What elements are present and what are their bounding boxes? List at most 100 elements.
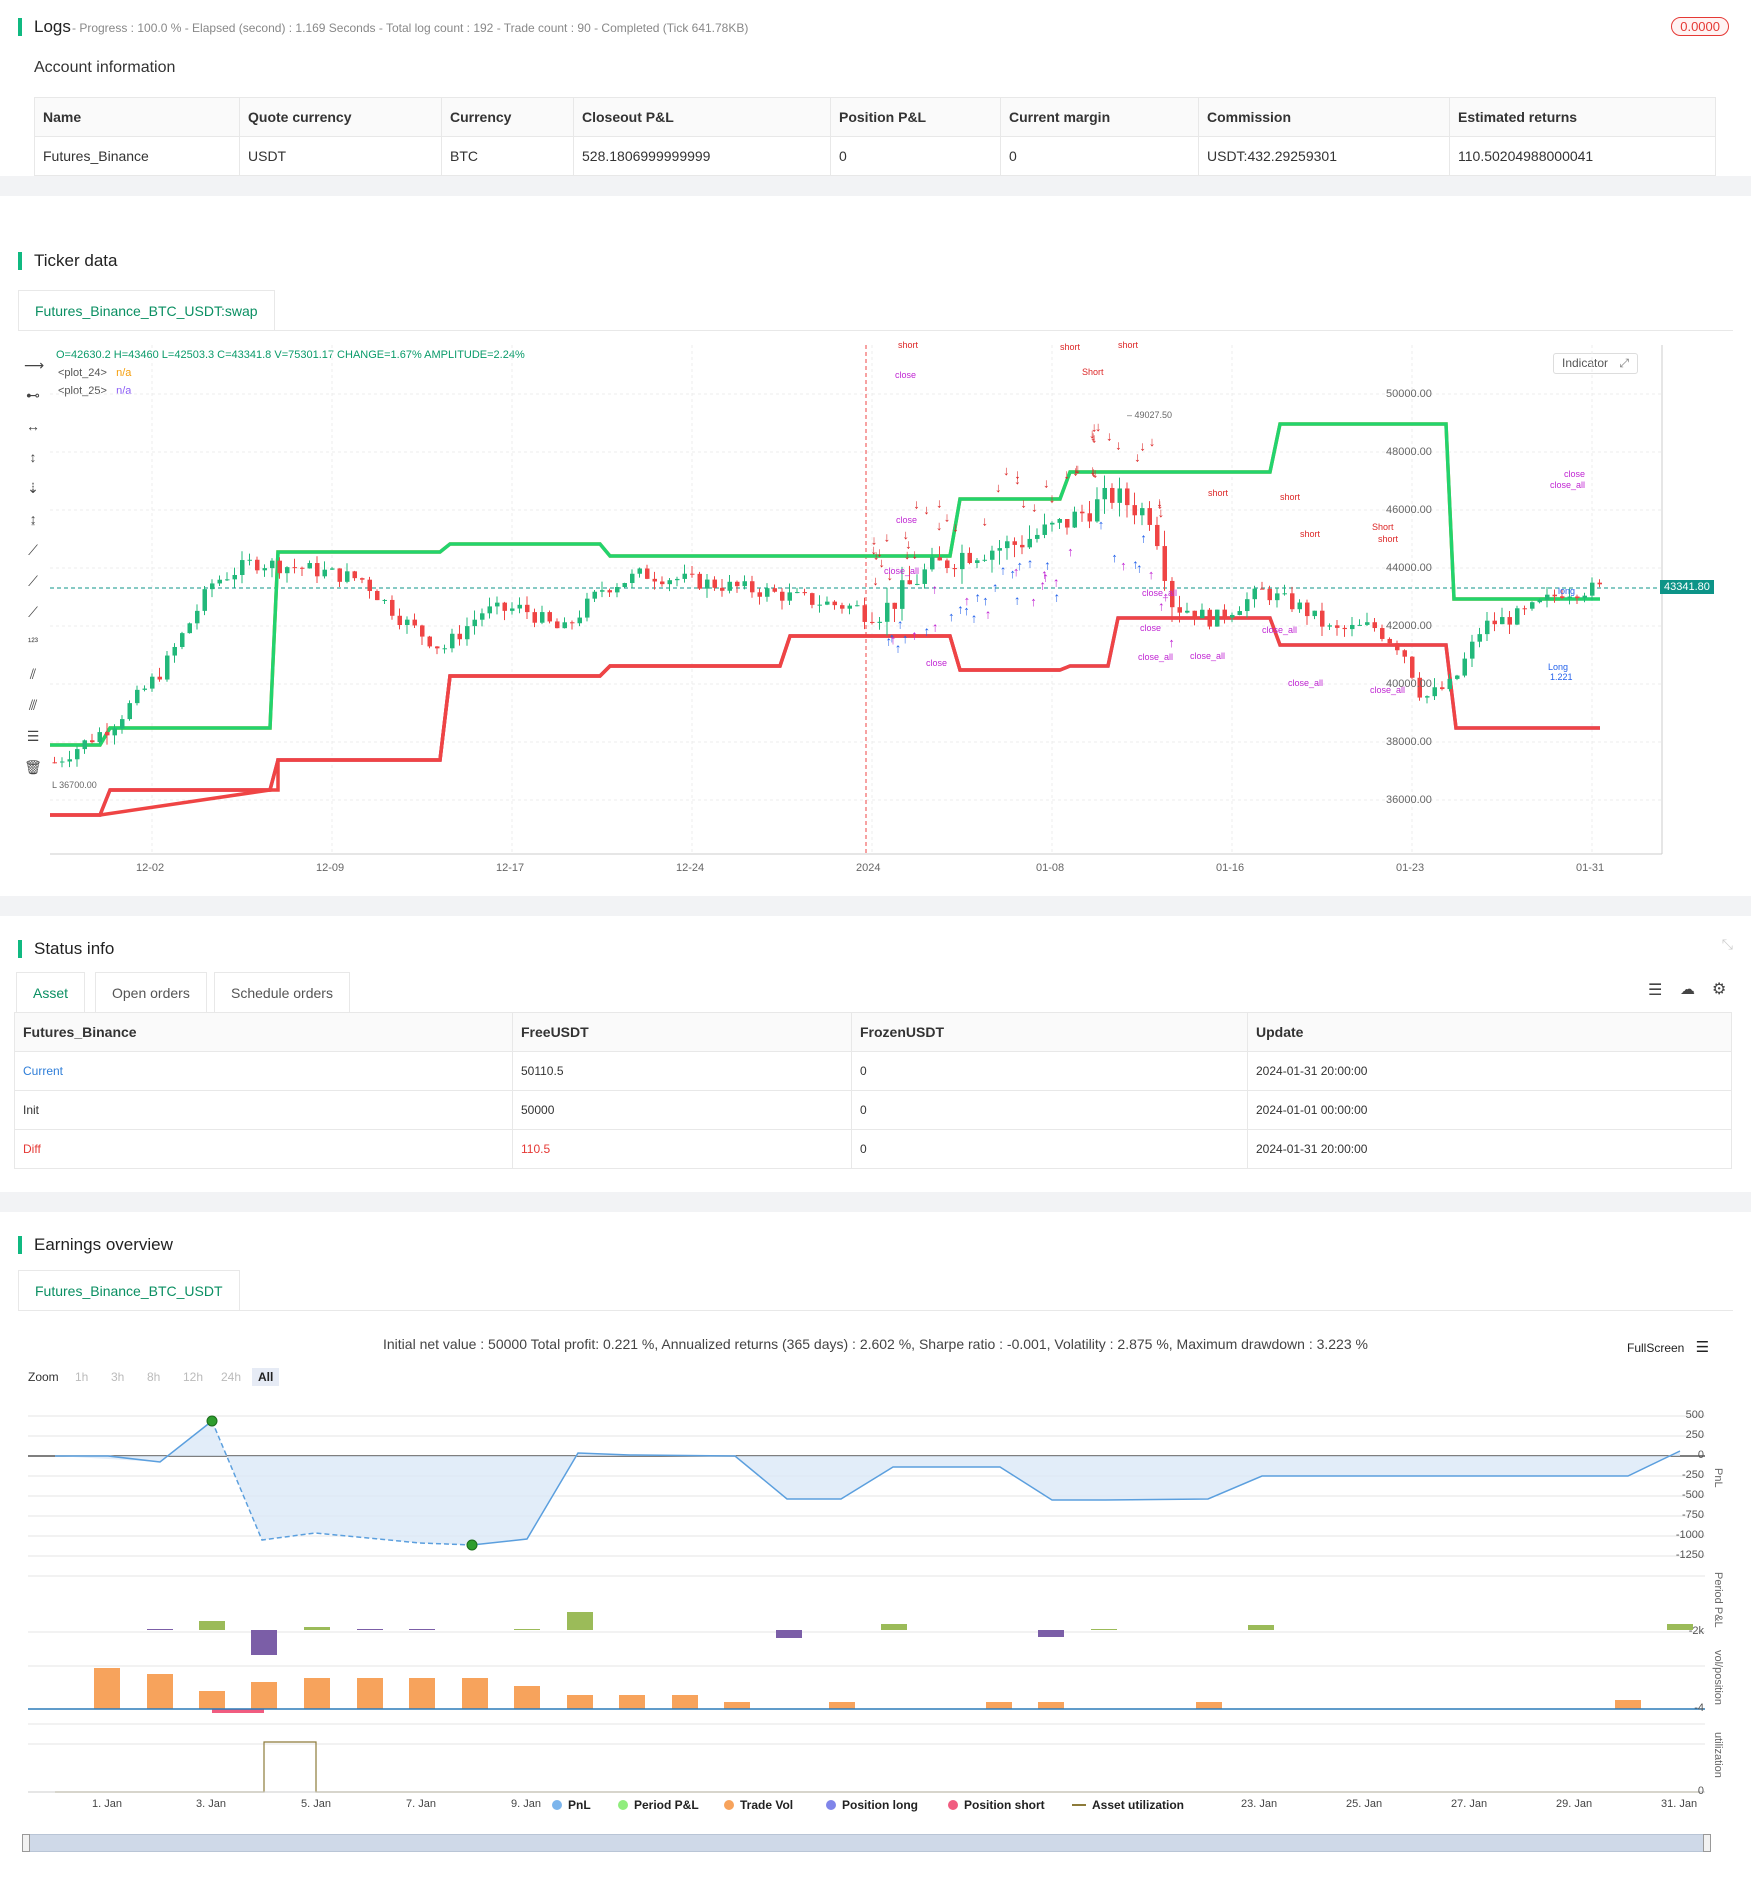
candle-body	[1237, 611, 1242, 615]
candle-body	[570, 622, 575, 624]
candle-body	[75, 749, 80, 760]
tab-schedule-orders[interactable]: Schedule orders	[214, 972, 350, 1012]
candle-body	[150, 676, 155, 689]
candle-body	[1590, 582, 1595, 596]
candle-body	[630, 573, 635, 584]
menu-icon[interactable]: ☰	[1696, 1339, 1709, 1356]
long-arrow-marker: ↑	[1148, 567, 1155, 582]
earnings-x-label: 7. Jan	[406, 1798, 436, 1810]
candle-body	[52, 762, 57, 764]
long-arrow-marker: ↑	[1168, 635, 1175, 650]
vol-bar	[147, 1674, 173, 1709]
tab-asset[interactable]: Asset	[16, 972, 86, 1012]
collapse-icon[interactable]: ⤡	[1722, 936, 1733, 953]
settings-gear-icon[interactable]: ⚙	[1712, 979, 1726, 999]
legend-pnl-label: PnL	[568, 1798, 591, 1812]
marker-text: short	[1378, 534, 1399, 544]
cloud-download-icon[interactable]: ☁	[1680, 980, 1695, 998]
candle-body	[975, 560, 980, 563]
legend-asset-utilization[interactable]: Asset utilization	[1072, 1798, 1184, 1812]
legend-position-short[interactable]: Position short	[948, 1798, 1045, 1812]
candle-body	[930, 557, 935, 570]
candle-body	[1432, 687, 1437, 697]
pnl-tick: -750	[1681, 1509, 1704, 1521]
grid	[50, 345, 1662, 852]
tab-earnings-symbol[interactable]: Futures_Binance_BTC_USDT	[18, 1270, 240, 1310]
zoom-1h-button[interactable]: 1h	[69, 1368, 94, 1386]
tab-ticker-symbol[interactable]: Futures_Binance_BTC_USDT:swap	[18, 290, 275, 330]
tab-open-orders[interactable]: Open orders	[95, 972, 207, 1012]
period-bar	[199, 1621, 225, 1630]
candle-body	[810, 593, 815, 605]
candle-body	[232, 574, 237, 580]
row-label[interactable]: Current	[14, 1051, 513, 1091]
candle-body	[1297, 602, 1302, 610]
legend-period-dot	[618, 1800, 628, 1810]
zoom-3h-button[interactable]: 3h	[105, 1368, 130, 1386]
candle-body	[547, 612, 552, 622]
period-bar	[147, 1629, 173, 1630]
marker-text: close_all	[1190, 651, 1225, 661]
status-table: Futures_Binance FreeUSDT FrozenUSDT Upda…	[14, 1012, 1732, 1169]
candle-body	[1080, 511, 1085, 514]
long-arrow-marker: ↑	[1158, 599, 1165, 614]
short-arrow-marker: ↓	[872, 573, 879, 588]
short-arrow-marker: ↓	[1139, 439, 1146, 454]
zoom-all-button[interactable]: All	[252, 1368, 280, 1386]
candle-body	[615, 587, 620, 593]
tab-divider	[18, 330, 1733, 331]
candle-body	[375, 591, 380, 601]
vol-tick: -4	[1694, 1702, 1704, 1714]
candle-body	[727, 581, 732, 591]
candle-body	[877, 621, 882, 623]
earnings-chart[interactable]	[0, 1396, 1751, 1816]
legend-period-pnl[interactable]: Period P&L	[618, 1798, 699, 1812]
navigator-handle-left[interactable]	[22, 1834, 30, 1852]
vol-bar	[199, 1691, 225, 1709]
row-label: Diff	[14, 1129, 513, 1169]
vol-bar	[409, 1678, 435, 1709]
candle-body	[1440, 687, 1445, 690]
marker-text: short	[1060, 342, 1081, 352]
candle-body	[172, 646, 177, 656]
candle-body	[360, 578, 365, 580]
candle-body	[1155, 524, 1160, 547]
marker-text: close_all	[1288, 678, 1323, 688]
vol-axis-title: vol/position	[1712, 1650, 1724, 1706]
short-arrow-marker: ↓	[1020, 496, 1027, 511]
pnl-tick: 500	[1685, 1409, 1704, 1421]
vol-bar	[672, 1695, 698, 1709]
zoom-24h-button[interactable]: 24h	[215, 1368, 247, 1386]
candle-body	[337, 568, 342, 582]
short-arrow-marker: ↓	[952, 519, 959, 534]
candle-body	[1057, 519, 1062, 523]
status-header: FreeUSDT	[512, 1012, 852, 1052]
candle-body	[757, 592, 762, 597]
candle-body	[262, 568, 267, 571]
candle-body	[225, 579, 230, 581]
zoom-12h-button[interactable]: 12h	[177, 1368, 209, 1386]
navigator-bar[interactable]	[24, 1834, 1710, 1852]
legend-pnl[interactable]: PnL	[552, 1798, 591, 1812]
candle-body	[532, 612, 537, 623]
earnings-x-label: 1. Jan	[92, 1798, 122, 1810]
marker-text: short	[898, 340, 919, 350]
candlestick-chart[interactable]: ↓↑↑↑↑↑↑ ↑↓ ↓↑↓↑↑↓↑↓ ↓↑↓↓↓↓↓↓↓↓ ↑↑↑↓↓↓↑ ↑↑↓↑↑↑…	[0, 340, 1751, 860]
legend-trade-vol[interactable]: Trade Vol	[724, 1798, 793, 1812]
zoom-8h-button[interactable]: 8h	[141, 1368, 166, 1386]
candle-body	[1192, 610, 1197, 619]
candle-body	[202, 589, 207, 611]
candle-body	[577, 617, 582, 624]
long-arrow-marker: ↑	[931, 581, 938, 596]
short-arrow-marker: ↓	[913, 496, 920, 511]
legend-position-long[interactable]: Position long	[826, 1798, 918, 1812]
candle-body	[180, 633, 185, 647]
candle-body	[1357, 624, 1362, 626]
long-arrow-marker: ↑	[982, 593, 989, 608]
candle-body	[480, 613, 485, 620]
fullscreen-button[interactable]: FullScreen ☰	[1627, 1338, 1709, 1356]
candle-body	[1380, 628, 1385, 639]
list-icon[interactable]: ☰	[1648, 980, 1662, 1000]
navigator-handle-right[interactable]	[1703, 1834, 1711, 1852]
vol-bar	[357, 1678, 383, 1709]
